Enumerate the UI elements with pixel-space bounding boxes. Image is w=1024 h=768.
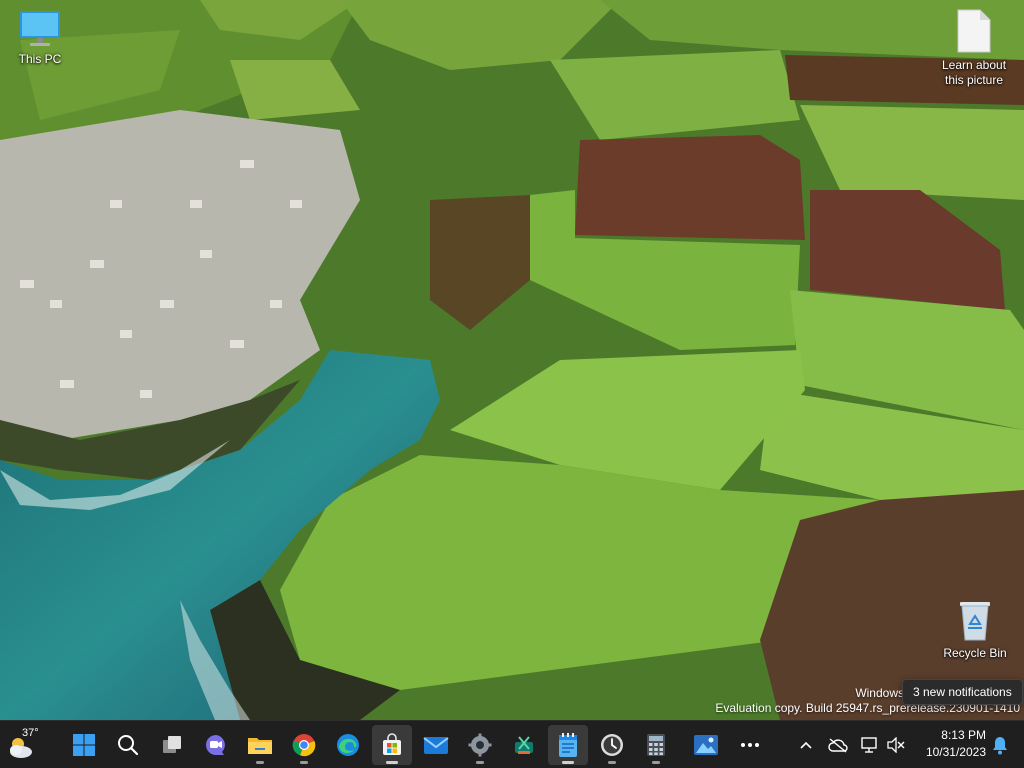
task-view-icon [163, 736, 181, 753]
mail-button[interactable] [416, 725, 456, 765]
clock-button[interactable] [592, 725, 632, 765]
tray-time: 8:13 PM [941, 728, 986, 742]
chat-button[interactable] [196, 725, 236, 765]
network-tray-button[interactable] [858, 733, 882, 757]
recycle-bin-icon[interactable]: Recycle Bin [935, 598, 1015, 661]
learn-about-picture-icon[interactable]: Learn about this picture [934, 8, 1014, 88]
edge-button[interactable] [328, 725, 368, 765]
search-icon [118, 735, 139, 756]
desktop-wallpaper [0, 0, 1024, 720]
clock-date-button[interactable]: 8:13 PM 10/31/2023 [912, 727, 986, 763]
running-indicator [562, 761, 574, 764]
running-indicator [608, 761, 616, 764]
monitor-icon [20, 11, 60, 46]
onedrive-tray-button[interactable] [826, 733, 850, 757]
notepad-icon [559, 733, 577, 757]
mail-icon [423, 737, 449, 754]
chat-camera-icon [206, 735, 225, 755]
gear-icon [468, 733, 492, 757]
edge-icon [337, 734, 359, 756]
chevron-up-icon [800, 741, 812, 749]
weather-widget[interactable]: 37° [6, 725, 46, 765]
notification-center-button[interactable] [988, 733, 1012, 757]
calculator-button[interactable] [636, 725, 676, 765]
learn-about-label-line1: Learn about [941, 58, 1007, 72]
weather-temp: 37° [22, 727, 39, 739]
learn-about-label-line2: this picture [944, 73, 1004, 87]
running-indicator [652, 761, 660, 764]
store-button[interactable] [372, 725, 412, 765]
recycle-bin-label: Recycle Bin [943, 646, 1007, 660]
clock-icon [601, 734, 623, 756]
volume-tray-button[interactable] [884, 733, 908, 757]
search-button[interactable] [108, 725, 148, 765]
cloud-offline-icon [828, 738, 848, 753]
running-indicator [256, 761, 264, 764]
folder-icon [248, 738, 272, 754]
running-indicator [476, 761, 484, 764]
chrome-button[interactable] [284, 725, 324, 765]
show-hidden-icons-button[interactable] [794, 733, 818, 757]
windows-logo-icon [73, 734, 95, 756]
task-view-button[interactable] [152, 725, 192, 765]
notification-tooltip: 3 new notifications [902, 679, 1023, 705]
chrome-icon [292, 734, 316, 757]
document-icon [957, 9, 991, 53]
bell-icon [993, 737, 1007, 755]
speaker-muted-icon [887, 737, 905, 753]
photos-button[interactable] [686, 725, 726, 765]
network-monitor-icon [861, 737, 877, 753]
running-indicator [300, 761, 308, 764]
running-indicator [386, 761, 398, 764]
tray-date: 10/31/2023 [925, 745, 986, 759]
watermark-windows: Windows [855, 686, 904, 700]
more-apps-button[interactable] [730, 725, 770, 765]
this-pc-icon[interactable]: This PC [0, 8, 80, 67]
recycle-bin-glyph-icon [960, 602, 990, 641]
taskbar: 37° 8:13 PM 10/31/2023 [0, 720, 1024, 768]
settings-button[interactable] [460, 725, 500, 765]
ellipsis-icon [741, 743, 759, 747]
file-explorer-button[interactable] [240, 725, 280, 765]
photos-icon [694, 735, 718, 755]
snipping-tool-button[interactable] [504, 725, 544, 765]
snip-icon [515, 736, 533, 754]
store-bag-icon [383, 733, 401, 755]
this-pc-label: This PC [18, 52, 62, 66]
calculator-icon [647, 734, 665, 756]
notepad-button[interactable] [548, 725, 588, 765]
start-button[interactable] [64, 725, 104, 765]
